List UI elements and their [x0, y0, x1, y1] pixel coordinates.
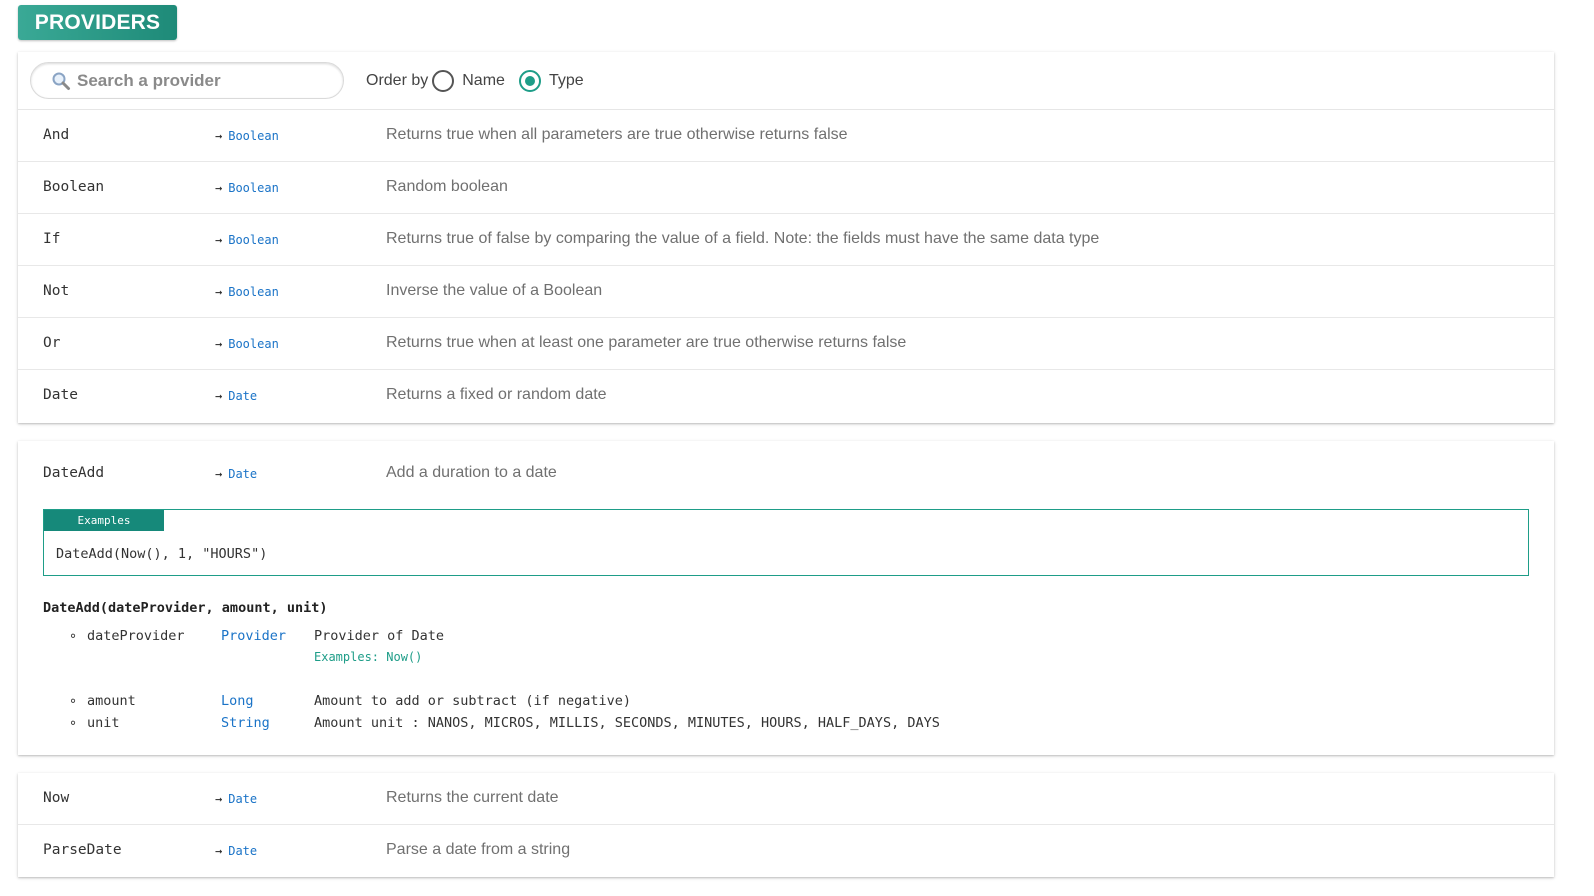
- examples-tab: Examples: [44, 510, 164, 531]
- param-description: Provider of Date: [314, 628, 445, 644]
- provider-name: Now: [43, 790, 70, 806]
- param-description: Amount unit : NANOS, MICROS, MILLIS, SEC…: [314, 715, 940, 731]
- param-row: ∘ unit String Amount unit : NANOS, MICRO…: [69, 715, 1469, 735]
- provider-description: Random boolean: [386, 178, 508, 195]
- arrow-icon: →: [215, 181, 223, 195]
- provider-row[interactable]: Now → Date Returns the current date: [18, 773, 1554, 825]
- providers-list: Order by Name Type And → Boolean Returns …: [18, 52, 1554, 423]
- provider-description: Parse a date from a string: [386, 841, 571, 858]
- type-link[interactable]: Date: [228, 389, 257, 403]
- provider-return-type[interactable]: → Date: [215, 389, 257, 403]
- provider-return-type[interactable]: → Boolean: [215, 285, 279, 299]
- bullet-icon: ∘: [69, 693, 78, 709]
- provider-return-type[interactable]: → Boolean: [215, 233, 279, 247]
- arrow-icon: →: [215, 285, 223, 299]
- provider-return-type[interactable]: → Boolean: [215, 181, 279, 195]
- provider-name: Boolean: [43, 179, 105, 195]
- provider-row[interactable]: Not → Boolean Inverse the value of a Bool…: [18, 266, 1554, 318]
- page-title: PROVIDERS: [18, 5, 177, 40]
- toolbar: Order by Name Type: [18, 52, 1554, 110]
- provider-name: And: [43, 127, 70, 143]
- radio-type[interactable]: [518, 70, 541, 92]
- provider-return-type[interactable]: → Boolean: [215, 337, 279, 351]
- provider-name: Or: [43, 335, 61, 351]
- search-icon: [52, 72, 70, 90]
- param-row: ∘ amount Long Amount to add or subtract …: [69, 693, 1469, 713]
- provider-description: Returns the current date: [386, 789, 559, 806]
- examples-box: Examples DateAdd(Now(), 1, "HOURS"): [43, 509, 1529, 576]
- param-description: Amount to add or subtract (if negative): [314, 693, 631, 709]
- type-link[interactable]: Boolean: [228, 285, 279, 299]
- provider-name: Not: [43, 283, 70, 299]
- arrow-icon: →: [215, 337, 223, 351]
- param-type-link[interactable]: Long: [221, 693, 254, 709]
- radio-name-label[interactable]: Name: [462, 72, 505, 90]
- provider-row-expanded[interactable]: DateAdd → Date Add a duration to a date: [18, 448, 1554, 500]
- provider-return-type[interactable]: → Date: [215, 467, 257, 481]
- provider-row[interactable]: ParseDate → Date Parse a date from a stri…: [18, 825, 1554, 877]
- provider-row[interactable]: Boolean → Boolean Random boolean: [18, 162, 1554, 214]
- type-link[interactable]: Boolean: [228, 129, 279, 143]
- provider-name: If: [43, 231, 61, 247]
- provider-description: Returns true when all parameters are tru…: [386, 126, 848, 143]
- provider-detail: DateAdd → Date Add a duration to a date E…: [18, 441, 1554, 755]
- bullet-icon: ∘: [69, 715, 78, 731]
- provider-description: Returns true of false by comparing the v…: [386, 230, 1100, 247]
- provider-row[interactable]: Or → Boolean Returns true when at least o…: [18, 318, 1554, 370]
- provider-return-type[interactable]: → Date: [215, 844, 257, 858]
- radio-type-label[interactable]: Type: [549, 72, 584, 90]
- provider-return-type[interactable]: → Date: [215, 792, 257, 806]
- type-link[interactable]: Boolean: [228, 233, 279, 247]
- param-name: dateProvider: [87, 628, 185, 644]
- provider-name: ParseDate: [43, 842, 122, 858]
- provider-row[interactable]: Date → Date Returns a fixed or random dat…: [18, 370, 1554, 422]
- arrow-icon: →: [215, 792, 223, 806]
- provider-row[interactable]: And → Boolean Returns true when all param…: [18, 110, 1554, 162]
- provider-name: Date: [43, 387, 78, 403]
- param-name: unit: [87, 715, 120, 731]
- param-row: ∘ dateProvider Provider Provider of Date: [69, 628, 1469, 648]
- provider-description: Returns true when at least one parameter…: [386, 334, 907, 351]
- provider-name: DateAdd: [43, 465, 105, 481]
- radio-name[interactable]: [432, 70, 455, 92]
- type-link[interactable]: Boolean: [228, 337, 279, 351]
- arrow-icon: →: [215, 467, 223, 481]
- example-code: DateAdd(Now(), 1, "HOURS"): [56, 546, 268, 562]
- arrow-icon: →: [215, 844, 223, 858]
- provider-return-type[interactable]: → Boolean: [215, 129, 279, 143]
- function-signature: DateAdd(dateProvider, amount, unit): [43, 600, 328, 616]
- type-link[interactable]: Date: [228, 844, 257, 858]
- order-by: Order by Name Type: [366, 70, 594, 92]
- param-type-link[interactable]: String: [221, 715, 270, 731]
- arrow-icon: →: [215, 129, 223, 143]
- type-link[interactable]: Date: [228, 792, 257, 806]
- arrow-icon: →: [215, 233, 223, 247]
- type-link[interactable]: Date: [228, 467, 257, 481]
- type-link[interactable]: Boolean: [228, 181, 279, 195]
- order-by-label: Order by: [366, 72, 429, 89]
- search-box[interactable]: [30, 62, 344, 99]
- arrow-icon: →: [215, 389, 223, 403]
- provider-description: Returns a fixed or random date: [386, 386, 607, 403]
- provider-description: Add a duration to a date: [386, 464, 557, 481]
- providers-list-continued: Now → Date Returns the current date Parse…: [18, 773, 1554, 877]
- param-name: amount: [87, 693, 136, 709]
- provider-row[interactable]: If → Boolean Returns true of false by com…: [18, 214, 1554, 266]
- bullet-icon: ∘: [69, 628, 78, 644]
- search-input[interactable]: [77, 70, 317, 91]
- provider-description: Inverse the value of a Boolean: [386, 282, 603, 299]
- param-type-link[interactable]: Provider: [221, 628, 286, 644]
- param-example: Examples: Now(): [314, 650, 423, 664]
